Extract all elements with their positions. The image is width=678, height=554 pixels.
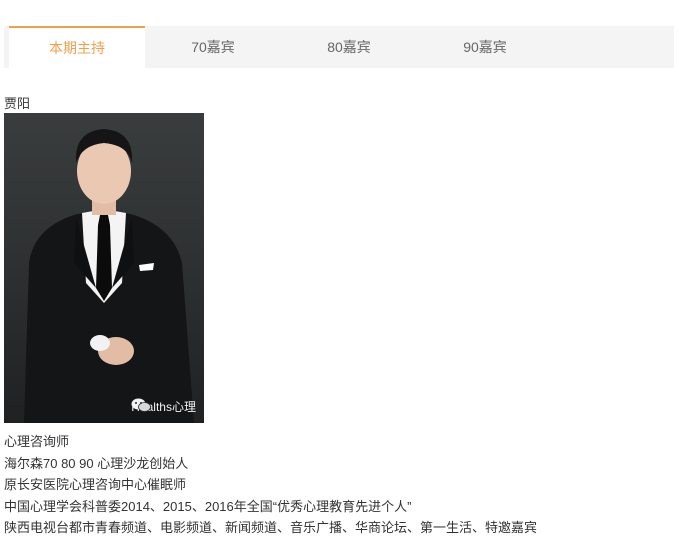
tab-current-host[interactable]: 本期主持 [9,26,145,68]
host-name: 贾阳 [4,96,31,111]
bio-line: 陕西电视台都市青春频道、电影频道、新闻频道、音乐广播、华商论坛、第一生活、特邀嘉… [4,520,538,535]
bio-line: 心理咨询师 [4,434,70,449]
photo-watermark: Healths心理 [131,398,196,415]
tab-70-guests[interactable]: 70嘉宾 [145,26,281,68]
host-photo: Healths心理 [4,113,204,423]
host-bio: 心理咨询师 海尔森70 80 90 心理沙龙创始人 原长安医院心理咨询中心催眠师… [4,431,537,539]
bio-line: 中国心理学会科普委2014、2015、2016年全国“优秀心理教育先进个人” [4,498,412,514]
tab-80-guests[interactable]: 80嘉宾 [281,26,417,68]
host-portrait-illustration [24,129,194,423]
bio-line: 原长安医院心理咨询中心催眠师 [4,477,187,492]
tab-bar: 本期主持 70嘉宾 80嘉宾 90嘉宾 [4,26,674,68]
tab-90-guests[interactable]: 90嘉宾 [417,26,553,68]
bio-line: 海尔森70 80 90 心理沙龙创始人 [4,455,189,471]
wechat-icon [131,398,152,412]
